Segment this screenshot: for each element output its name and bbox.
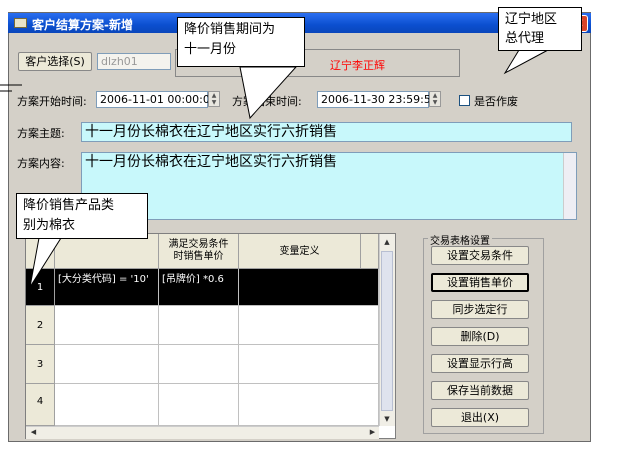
category-callout-pointer [29,237,62,288]
period-callout: 降价销售期间为 十一月份 [177,17,305,67]
period-callout-pointer [239,66,298,120]
region-callout: 辽宁地区 总代理 [498,7,582,51]
category-callout: 降价销售产品类 别为棉衣 [16,193,148,239]
region-callout-pointer [503,49,549,75]
